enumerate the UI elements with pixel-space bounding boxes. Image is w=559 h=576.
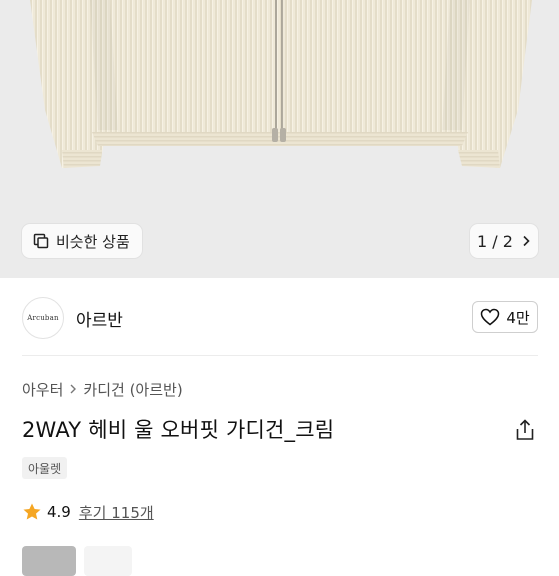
like-button[interactable]: 4만 <box>472 301 538 333</box>
rating-score: 4.9 <box>47 503 71 521</box>
brand-row: Arcuban 아르반 4만 <box>22 296 538 340</box>
copy-icon <box>33 233 49 249</box>
similar-products-label: 비슷한 상품 <box>56 232 130 251</box>
similar-products-button[interactable]: 비슷한 상품 <box>22 224 142 258</box>
outlet-tag: 아울렛 <box>22 457 68 479</box>
divider <box>22 355 538 356</box>
share-button[interactable] <box>513 418 537 442</box>
breadcrumb-cardigan[interactable]: 카디건 (아르반) <box>83 379 182 400</box>
gallery-pager[interactable]: 1 / 2 <box>470 224 538 258</box>
breadcrumb: 아우터 카디건 (아르반) <box>22 378 183 400</box>
product-image-gallery[interactable]: 비슷한 상품 1 / 2 <box>0 0 559 278</box>
heart-icon <box>481 308 500 326</box>
chevron-right-icon <box>523 235 530 247</box>
brand-logo-text: Arcuban <box>27 314 59 322</box>
star-icon <box>23 503 41 520</box>
chevron-right-icon <box>69 383 77 395</box>
page-indicator: 1 / 2 <box>477 231 513 251</box>
brand-logo[interactable]: Arcuban <box>22 297 64 339</box>
brand-name[interactable]: 아르반 <box>76 306 123 331</box>
breadcrumb-outer[interactable]: 아우터 <box>22 379 63 400</box>
reviews-link[interactable]: 후기 115개 <box>79 502 154 523</box>
option-chip[interactable] <box>84 546 132 576</box>
product-title: 2WAY 헤비 울 오버핏 가디건_크림 <box>22 418 335 442</box>
rating-row: 4.9 후기 115개 <box>22 500 154 524</box>
share-icon <box>516 419 534 440</box>
like-count: 4만 <box>506 308 530 327</box>
option-chip[interactable] <box>22 546 76 576</box>
